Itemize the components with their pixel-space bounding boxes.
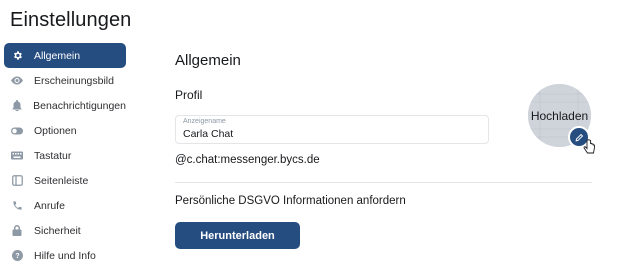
sidebar-item-anrufe[interactable]: Anrufe xyxy=(4,193,126,218)
sidebar-item-label: Benachrichtigungen xyxy=(33,99,126,112)
sidebar-item-hilfe[interactable]: ? Hilfe und Info xyxy=(4,243,126,268)
sidebar-item-optionen[interactable]: Optionen xyxy=(4,118,126,143)
display-name-field[interactable]: Anzeigename xyxy=(175,115,489,144)
page-title: Einstellungen xyxy=(10,9,132,31)
lock-icon xyxy=(11,225,23,237)
eye-icon xyxy=(11,75,23,87)
display-name-label: Anzeigename xyxy=(183,118,226,125)
user-id: @c.chat:messenger.bycs.de xyxy=(175,154,320,166)
sidebar-item-label: Optionen xyxy=(34,124,77,137)
keyboard-icon xyxy=(11,150,23,162)
divider xyxy=(175,182,592,183)
help-icon: ? xyxy=(11,250,23,262)
sidebar-icon xyxy=(11,175,23,187)
display-name-input[interactable] xyxy=(183,128,473,140)
download-button[interactable]: Herunterladen xyxy=(175,222,300,249)
sidebar-item-benachrichtigungen[interactable]: Benachrichtigungen xyxy=(4,93,126,118)
section-title: Allgemein xyxy=(175,52,241,69)
sidebar-item-tastatur[interactable]: Tastatur xyxy=(4,143,126,168)
sidebar-item-allgemein[interactable]: Allgemein xyxy=(4,43,126,68)
sidebar-item-label: Anrufe xyxy=(34,199,65,212)
sidebar-item-label: Tastatur xyxy=(34,149,72,162)
sidebar-item-label: Sicherheit xyxy=(34,224,81,237)
sidebar-item-seitenleiste[interactable]: Seitenleiste xyxy=(4,168,126,193)
toggle-icon xyxy=(11,125,23,137)
sidebar-item-label: Seitenleiste xyxy=(34,174,89,187)
bell-icon xyxy=(11,100,22,112)
sidebar-item-label: Allgemein xyxy=(34,49,81,62)
gear-icon xyxy=(11,50,23,62)
avatar-upload-label: Hochladen xyxy=(530,108,589,123)
sidebar-item-label: Hilfe und Info xyxy=(34,249,96,262)
phone-icon xyxy=(11,200,23,212)
dsgvo-heading: Persönliche DSGVO Informationen anforder… xyxy=(175,195,406,207)
sidebar-item-sicherheit[interactable]: Sicherheit xyxy=(4,218,126,243)
sidebar-item-label: Erscheinungsbild xyxy=(34,74,114,87)
svg-text:?: ? xyxy=(15,253,19,260)
hand-cursor-icon xyxy=(583,139,595,154)
sidebar-item-erscheinungsbild[interactable]: Erscheinungsbild xyxy=(4,68,126,93)
settings-sidebar: Allgemein Erscheinungsbild Benachrichtig… xyxy=(4,43,126,268)
